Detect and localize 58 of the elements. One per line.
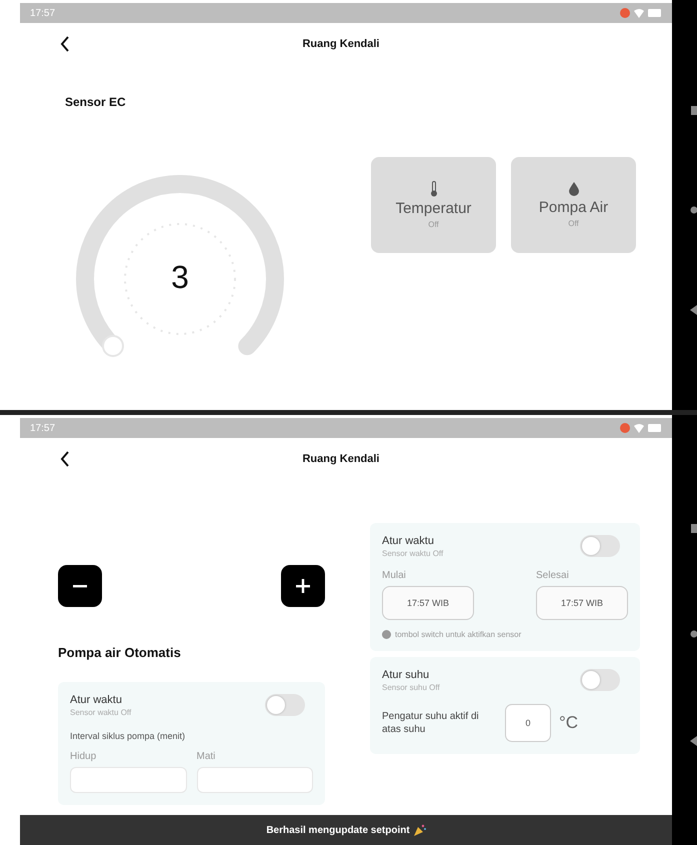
card-title: Atur suhu [382, 669, 430, 681]
info-icon [382, 630, 391, 639]
field-label: Selesai [536, 570, 570, 581]
field-label: Hidup [70, 751, 98, 762]
toggle-switch[interactable] [580, 669, 620, 691]
card-title: Atur waktu [382, 535, 435, 547]
device-label: Temperatur [396, 200, 472, 217]
party-popper-icon [414, 824, 426, 836]
plus-button[interactable] [281, 565, 325, 607]
back-triangle-icon[interactable] [690, 304, 697, 314]
wifi-icon [634, 424, 644, 432]
card-subtitle: Sensor suhu Off [382, 683, 440, 692]
field-label: Mati [196, 751, 216, 762]
recent-apps-icon[interactable] [691, 524, 697, 533]
number-field[interactable] [70, 767, 186, 793]
device-status: Off [568, 219, 579, 228]
back-triangle-icon[interactable] [690, 736, 697, 746]
battery-icon [648, 9, 662, 17]
recent-apps-icon[interactable] [691, 106, 697, 114]
device-label: Pompa Air [538, 199, 608, 216]
status-time: 17:57 [30, 8, 56, 18]
card-subtitle: Sensor waktu Off [382, 549, 444, 558]
home-icon[interactable] [690, 206, 697, 214]
notification-icon [620, 423, 630, 433]
screen-title: Ruang Kendali [301, 38, 380, 50]
field-label: Interval siklus pompa (menit) [70, 731, 186, 741]
section-title: Sensor EC [65, 95, 127, 109]
device-card[interactable]: Pompa Air Off [511, 157, 636, 253]
setting-label: Pengatur suhu aktif di atas suhu [382, 710, 480, 736]
wifi-icon [634, 8, 644, 18]
back-icon[interactable] [60, 451, 70, 467]
thermometer-icon [430, 181, 438, 197]
device-card[interactable]: Temperatur Off [371, 157, 496, 253]
home-icon[interactable] [690, 630, 697, 638]
toggle-switch[interactable] [265, 694, 305, 716]
toggle-switch[interactable] [580, 535, 620, 557]
number-field[interactable] [196, 767, 313, 793]
plus-icon [296, 579, 310, 593]
toast-message: Berhasil mengupdate setpoint [266, 824, 410, 836]
battery-icon [648, 424, 662, 432]
device-status: Off [428, 220, 439, 229]
back-icon[interactable] [60, 36, 70, 52]
card-subtitle: Sensor waktu Off [70, 708, 132, 717]
screen-title: Ruang Kendali [301, 453, 380, 465]
notification-icon [620, 8, 630, 18]
unit-label: °C [559, 713, 578, 733]
minus-button[interactable] [58, 565, 102, 607]
card-title: Atur waktu [70, 694, 123, 706]
time-field[interactable]: 17:57 WIB [536, 586, 628, 620]
temperature-field[interactable]: 0 [505, 704, 551, 742]
status-time: 17:57 [30, 422, 56, 434]
hint-text: tombol switch untuk aktifkan sensor [395, 630, 522, 639]
time-field[interactable]: 17:57 WIB [382, 586, 474, 620]
gauge-value: 3 [170, 259, 190, 296]
section-title: Pompa air Otomatis [58, 645, 182, 660]
minus-icon [73, 584, 87, 588]
water-drop-icon [568, 182, 578, 196]
field-label: Mulai [382, 570, 407, 581]
